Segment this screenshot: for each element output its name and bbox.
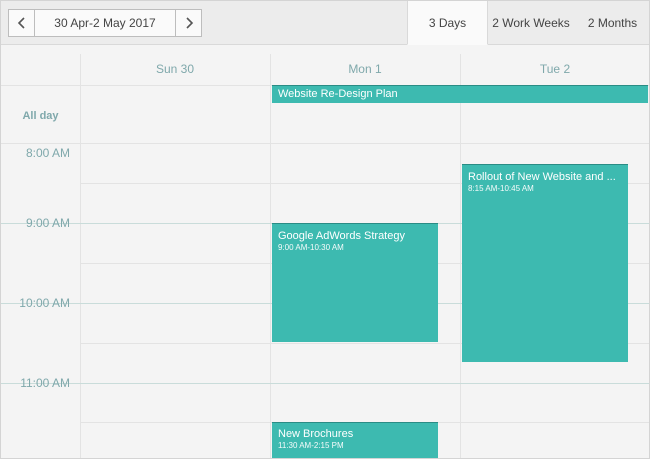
previous-button[interactable] bbox=[9, 10, 35, 36]
chevron-right-icon bbox=[185, 17, 193, 29]
day-divider bbox=[270, 54, 271, 458]
scheduler-toolbar: 30 Apr-2 May 2017 3 Days 2 Work Weeks 2 … bbox=[1, 1, 649, 45]
time-label-9am: 9:00 AM bbox=[25, 216, 70, 230]
event-time: 9:00 AM-10:30 AM bbox=[278, 243, 344, 252]
event-title: Rollout of New Website and ... bbox=[468, 171, 616, 183]
next-button[interactable] bbox=[175, 10, 201, 36]
date-navigator: 30 Apr-2 May 2017 bbox=[8, 9, 202, 37]
time-column-divider bbox=[80, 54, 81, 458]
day-header-mon: Mon 1 bbox=[348, 62, 382, 76]
hour-line bbox=[1, 383, 649, 384]
all-day-label: All day bbox=[22, 110, 59, 122]
scheduler-grid: Sun 30 Mon 1 Tue 2 All day 8:00 AM 9:00 … bbox=[1, 46, 649, 458]
event-google-adwords-strategy[interactable]: Google AdWords Strategy 9:00 AM-10:30 AM bbox=[272, 223, 438, 342]
day-header-tue: Tue 2 bbox=[539, 62, 571, 76]
time-label-8am: 8:00 AM bbox=[25, 146, 70, 160]
tab-3-days[interactable]: 3 Days bbox=[407, 1, 488, 45]
scheduler: 30 Apr-2 May 2017 3 Days 2 Work Weeks 2 … bbox=[0, 0, 650, 459]
allday-divider bbox=[1, 143, 649, 144]
view-switcher: 3 Days 2 Work Weeks 2 Months bbox=[407, 1, 649, 45]
time-label-10am: 10:00 AM bbox=[19, 296, 70, 310]
event-title: Google AdWords Strategy bbox=[278, 230, 405, 242]
chevron-left-icon bbox=[17, 17, 25, 29]
event-rollout-new-website[interactable]: Rollout of New Website and ... 8:15 AM-1… bbox=[462, 164, 628, 362]
event-time: 11:30 AM-2:15 PM bbox=[278, 441, 344, 450]
event-website-redesign-plan[interactable]: Website Re-Design Plan bbox=[272, 85, 648, 103]
time-label-11am: 11:00 AM bbox=[20, 376, 70, 390]
event-title: New Brochures bbox=[278, 428, 354, 440]
tab-2-months[interactable]: 2 Months bbox=[574, 1, 649, 45]
date-range-label[interactable]: 30 Apr-2 May 2017 bbox=[35, 10, 175, 36]
event-time: 8:15 AM-10:45 AM bbox=[468, 184, 534, 193]
event-new-brochures[interactable]: New Brochures 11:30 AM-2:15 PM bbox=[272, 422, 438, 458]
tab-2-work-weeks[interactable]: 2 Work Weeks bbox=[488, 1, 574, 45]
day-header-sun: Sun 30 bbox=[155, 62, 195, 76]
day-divider bbox=[460, 54, 461, 458]
